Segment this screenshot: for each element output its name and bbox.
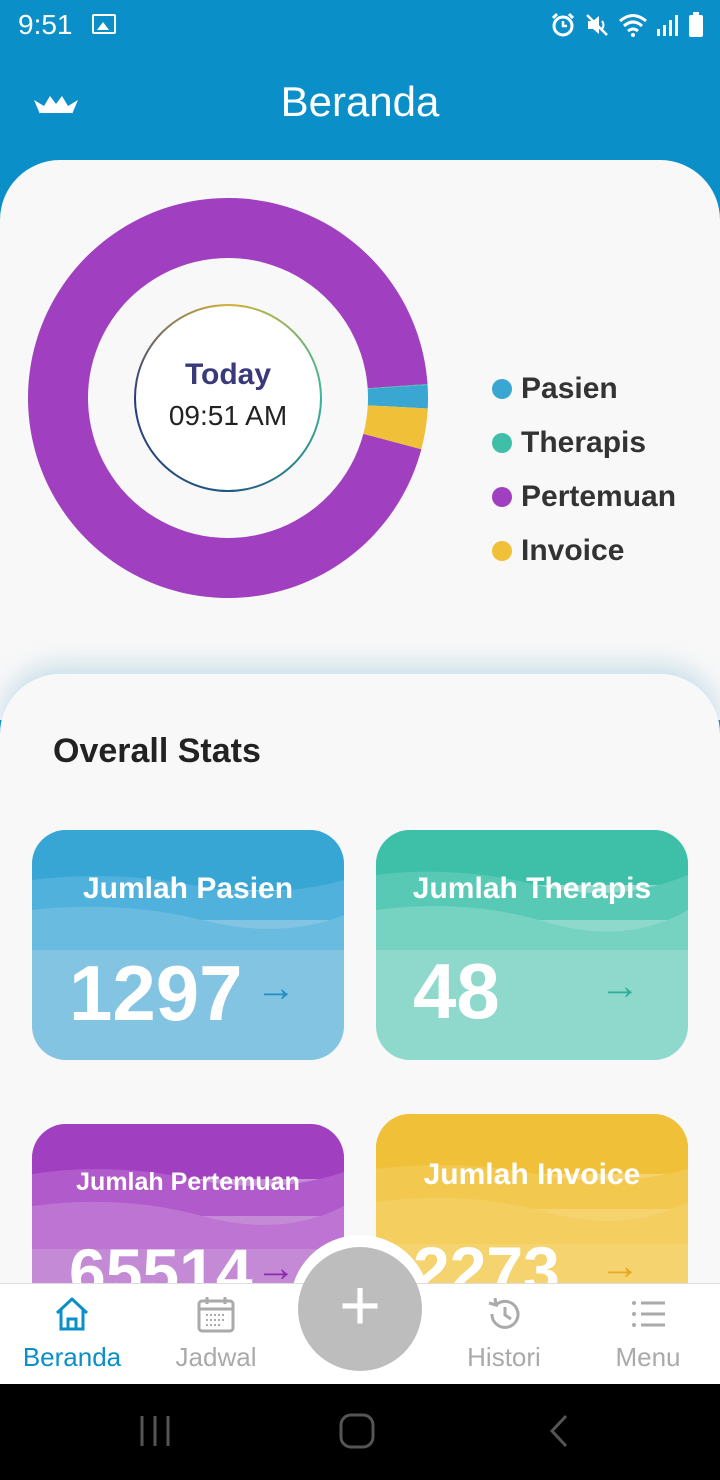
legend-label: Pasien: [521, 372, 618, 405]
legend-dot: [492, 541, 512, 561]
legend-item-invoice: Invoice: [492, 524, 676, 578]
status-time: 9:51: [18, 9, 73, 40]
calendar-icon: [197, 1297, 235, 1333]
stats-title: Overall Stats: [53, 732, 261, 770]
nav-item-histori[interactable]: Histori: [434, 1284, 574, 1385]
add-button[interactable]: +: [298, 1247, 422, 1371]
nav-item-menu[interactable]: Menu: [578, 1284, 718, 1385]
home-icon: [55, 1297, 89, 1331]
legend-label: Pertemuan: [521, 480, 677, 513]
history-icon: [488, 1297, 520, 1329]
arrow-right-icon: →: [256, 966, 296, 1010]
status-bar: 9:51: [0, 0, 720, 52]
alarm-icon: [550, 12, 576, 43]
legend-dot: [492, 433, 512, 453]
legend-item-pertemuan: Pertemuan: [492, 470, 676, 524]
today-label: Today: [184, 358, 272, 391]
status-icons: [550, 12, 704, 43]
nav-label: Menu: [615, 1342, 681, 1372]
tile-label: Jumlah Invoice: [423, 1158, 641, 1191]
app-bar: Beranda: [0, 52, 720, 162]
nav-label: Beranda: [22, 1342, 122, 1372]
legend-dot: [492, 379, 512, 399]
list-icon: [632, 1301, 665, 1327]
overall-stats-card: Overall Stats Jumlah Pasien 1297 → Jumla…: [0, 674, 720, 1354]
legend-label: Invoice: [521, 534, 625, 567]
nav-label: Jadwal: [175, 1342, 257, 1372]
nav-item-beranda[interactable]: Beranda: [2, 1284, 142, 1385]
tile-label: Jumlah Pasien: [82, 872, 294, 905]
legend-item-pasien: Pasien: [492, 362, 676, 416]
nav-label: Histori: [467, 1342, 541, 1372]
donut-slice-pasien: [367, 384, 428, 409]
back-icon[interactable]: [544, 1412, 572, 1450]
battery-icon: [688, 12, 704, 43]
legend-dot: [492, 487, 512, 507]
chart-legend: Pasien Therapis Pertemuan Invoice: [492, 362, 676, 578]
tile-jumlah-therapis[interactable]: Jumlah Therapis 48 →: [376, 830, 688, 1060]
recent-apps-icon[interactable]: [138, 1412, 172, 1450]
tile-label: Jumlah Pertemuan: [76, 1168, 300, 1196]
legend-item-therapis: Therapis: [492, 416, 676, 470]
nav-item-jadwal[interactable]: Jadwal: [146, 1284, 286, 1385]
wifi-icon: [618, 12, 648, 43]
summary-card: Today 09:51 AM Pasien Therapis Pertemuan…: [0, 160, 720, 720]
donut-center: Today 09:51 AM: [136, 306, 320, 490]
tile-jumlah-pasien[interactable]: Jumlah Pasien 1297 →: [32, 830, 344, 1060]
legend-label: Therapis: [521, 426, 647, 459]
current-time: 09:51 AM: [168, 400, 288, 431]
page-title: Beranda: [280, 78, 440, 125]
arrow-right-icon: →: [600, 964, 640, 1008]
donut-chart: Today 09:51 AM: [28, 197, 428, 598]
gallery-notification-icon: [92, 14, 116, 34]
tile-label: Jumlah Therapis: [412, 872, 652, 905]
tile-value: 1297: [69, 949, 243, 1037]
signal-icon: [656, 13, 680, 42]
home-button-icon[interactable]: [338, 1412, 376, 1450]
system-nav-bar: [0, 1384, 720, 1480]
tile-value: 48: [413, 947, 500, 1035]
mute-icon: [584, 12, 610, 43]
